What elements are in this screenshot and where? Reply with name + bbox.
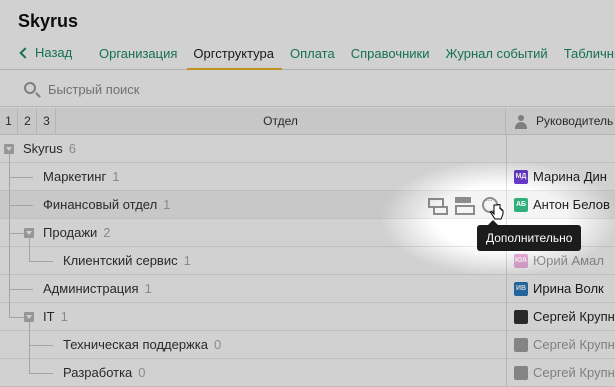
tab-bar: Организация Оргструктура Оплата Справочн… [99, 38, 615, 70]
search-input[interactable] [48, 79, 448, 99]
manager-cell[interactable]: ИВ Ирина Волк [514, 281, 604, 296]
manager-cell[interactable]: ЮА Юрий Амал [514, 253, 604, 268]
dept-name: Маркетинг 1 [43, 169, 120, 184]
dept-name: Skyrus 6 [23, 141, 76, 156]
manager-name: Сергей Крупн [533, 309, 615, 324]
search-bar [0, 71, 615, 107]
tree-row[interactable]: Маркетинг 1 МД Марина Дин [0, 163, 615, 191]
back-button[interactable]: Назад [18, 45, 72, 60]
manager-name: Антон Белов [533, 197, 610, 212]
add-sibling-icon[interactable] [455, 196, 475, 215]
tree-row[interactable]: IT 1 Сергей Крупн [0, 303, 615, 331]
collapse-toggle-icon[interactable] [24, 312, 34, 322]
manager-name: Ирина Волк [533, 281, 604, 296]
app-title: Skyrus [18, 11, 79, 31]
tree-row[interactable]: Техническая поддержка 0 Сергей Крупн [0, 331, 615, 359]
tab-event-log[interactable]: Журнал событий [446, 38, 556, 70]
tree-row[interactable]: Администрация 1 ИВ Ирина Волк [0, 275, 615, 303]
dept-name: Финансовый отдел 1 [43, 197, 171, 212]
manager-name: Сергей Крупн [533, 337, 615, 352]
level-1-button[interactable]: 1 [0, 108, 18, 135]
manager-name: Сергей Крупн [533, 365, 615, 380]
tab-tabular[interactable]: Табличный [564, 38, 615, 70]
tree-row[interactable]: Разработка 0 Сергей Крупн [0, 359, 615, 387]
collapse-toggle-icon[interactable] [24, 228, 34, 238]
level-3-button[interactable]: 3 [38, 108, 56, 135]
tree-row[interactable]: Клиентский сервис 1 ЮА Юрий Амал [0, 247, 615, 275]
avatar [514, 309, 528, 324]
tab-orgstructure[interactable]: Оргструктура [187, 38, 282, 70]
tab-organization[interactable]: Организация [99, 38, 185, 70]
manager-header-label: Руководитель [536, 114, 614, 128]
avatar: МД [514, 169, 528, 184]
row-actions [428, 195, 498, 215]
search-icon [24, 82, 36, 94]
manager-name: Марина Дин [533, 169, 607, 184]
chevron-left-icon [19, 46, 31, 59]
grid-header: 1 2 3 Отдел Руководитель [0, 108, 615, 135]
dept-name: Администрация 1 [43, 281, 152, 296]
manager-column-header[interactable]: Руководитель [514, 108, 613, 135]
tree-row[interactable]: Финансовый отдел1 АБ Антон Белов [0, 191, 615, 219]
dept-name: IT 1 [43, 309, 68, 324]
add-subdivision-icon[interactable] [428, 196, 448, 215]
top-nav: Назад Организация Оргструктура Оплата Сп… [0, 38, 615, 70]
manager-cell[interactable]: АБ Антон Белов [514, 197, 610, 212]
manager-name: Юрий Амал [533, 253, 604, 268]
manager-cell[interactable]: Сергей Крупн [514, 337, 615, 352]
avatar: ЮА [514, 253, 528, 268]
avatar [514, 365, 528, 380]
tree-row[interactable]: Skyrus 6 [0, 135, 615, 163]
dept-name: Клиентский сервис 1 [63, 253, 191, 268]
tree-grid: Skyrus 6 Маркетинг 1 МД Марина Дин Финансо… [0, 135, 615, 387]
dept-column-header[interactable]: Отдел [56, 108, 506, 135]
collapse-toggle-icon[interactable] [4, 144, 14, 154]
level-2-button[interactable]: 2 [19, 108, 37, 135]
avatar [514, 337, 528, 352]
tab-directories[interactable]: Справочники [351, 38, 438, 70]
app-window: Skyrus Назад Организация Оргструктура Оп… [0, 0, 615, 387]
back-label: Назад [35, 45, 73, 60]
person-icon [514, 114, 528, 129]
dept-name: Разработка 0 [63, 365, 146, 380]
more-options-tooltip: Дополнительно [477, 220, 582, 251]
dept-name: Продажи 2 [43, 225, 111, 240]
manager-cell[interactable]: Сергей Крупн [514, 309, 615, 324]
manager-cell[interactable]: МД Марина Дин [514, 169, 607, 184]
manager-cell[interactable]: Сергей Крупн [514, 365, 615, 380]
avatar: АБ [514, 197, 528, 212]
dept-name: Техническая поддержка 0 [63, 337, 222, 352]
tab-payment[interactable]: Оплата [290, 38, 343, 70]
avatar: ИВ [514, 281, 528, 296]
